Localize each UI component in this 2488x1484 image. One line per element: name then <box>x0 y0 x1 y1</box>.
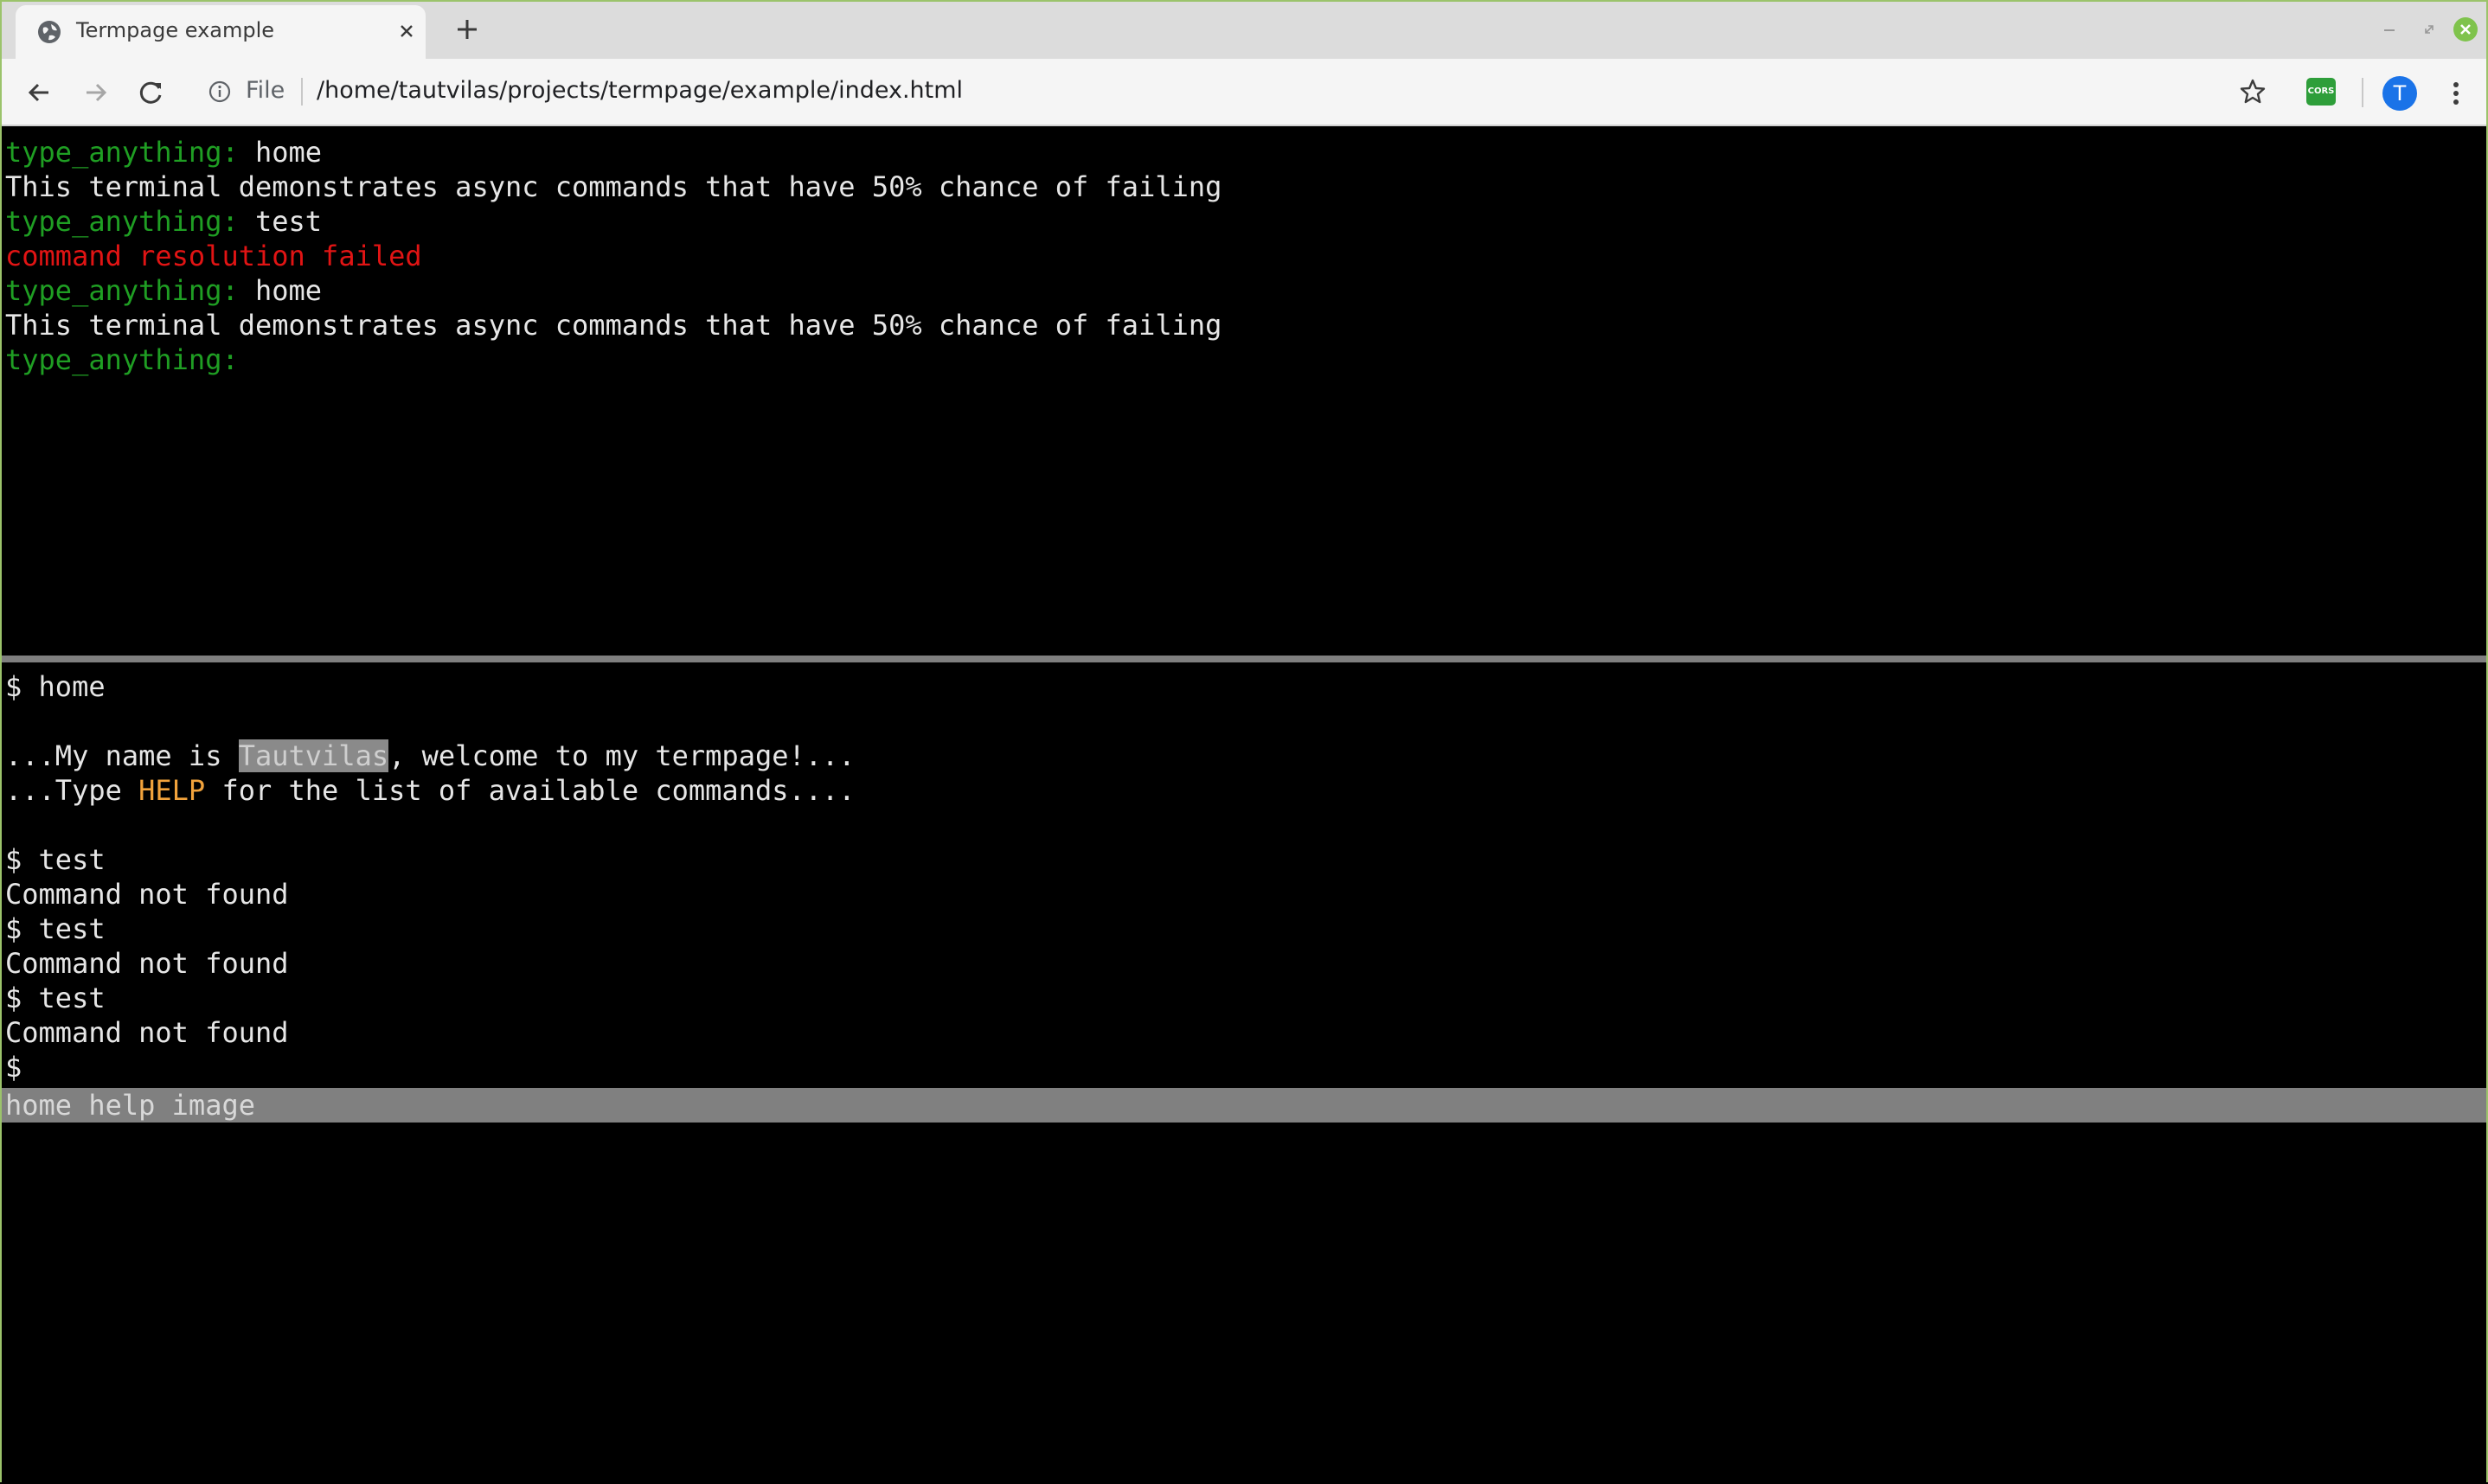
prompt-symbol: $ <box>5 912 22 945</box>
terminal-line: type_anything: home <box>5 273 2486 308</box>
address-separator <box>301 78 303 106</box>
help-prefix: ...Type <box>5 774 139 807</box>
more-menu-icon[interactable] <box>2443 76 2469 111</box>
terminal-line: $ test <box>5 912 2486 946</box>
close-icon[interactable] <box>394 19 419 43</box>
error-output: command resolution failed <box>5 240 422 272</box>
terminal-line: $ home <box>5 669 2486 704</box>
prompt-symbol: $ <box>5 843 22 876</box>
command-input: test <box>22 912 106 945</box>
help-keyword: HELP <box>138 774 206 807</box>
active-prompt-line[interactable]: $ <box>5 1050 2486 1084</box>
browser-toolbar: File /home/tautvilas/projects/termpage/e… <box>2 59 2486 126</box>
welcome-prefix: ...My name is <box>5 739 239 772</box>
toolbar-separator <box>2362 78 2363 107</box>
welcome-suffix: , welcome to my termpage!... <box>388 739 856 772</box>
command-input: test <box>238 205 323 238</box>
window-controls <box>2365 2 2486 59</box>
command-input: home <box>22 670 106 703</box>
prompt-symbol: $ <box>5 1051 22 1084</box>
tab-strip: Termpage example <box>2 2 2486 59</box>
prompt-symbol: $ <box>5 982 22 1014</box>
url-text[interactable]: /home/tautvilas/projects/termpage/exampl… <box>317 77 963 104</box>
command-input: test <box>22 843 106 876</box>
command-input: home <box>238 274 323 307</box>
help-hint-line: ...Type HELP for the list of available c… <box>5 773 2486 808</box>
command-input: test <box>22 982 106 1014</box>
terminal-output: This terminal demonstrates async command… <box>5 170 1222 203</box>
tab-title: Termpage example <box>76 18 275 42</box>
scheme-label: File <box>246 77 285 104</box>
terminal-line: type_anything: test <box>5 204 2486 239</box>
terminal-output: This terminal demonstrates async command… <box>5 309 1222 342</box>
command-input: home <box>238 136 323 169</box>
terminal-line: $ test <box>5 981 2486 1015</box>
cors-extension-icon[interactable]: CORS <box>2306 78 2336 106</box>
close-icon <box>2460 24 2471 35</box>
help-suffix: for the list of available commands.... <box>205 774 856 807</box>
bookmark-star-icon[interactable] <box>2237 76 2268 107</box>
termpage-terminal[interactable]: $ home ...My name is Tautvilas, welcome … <box>5 669 2486 1084</box>
profile-avatar[interactable]: T <box>2382 76 2417 111</box>
welcome-line: ...My name is Tautvilas, welcome to my t… <box>5 739 2486 773</box>
page-content: type_anything: home This terminal demons… <box>2 128 2486 1484</box>
minimize-icon[interactable] <box>2379 19 2400 40</box>
forward-arrow-icon[interactable] <box>80 76 112 109</box>
prompt-label: type_anything: <box>5 274 239 307</box>
address-bar[interactable]: File /home/tautvilas/projects/termpage/e… <box>190 66 2305 118</box>
new-tab-icon[interactable] <box>453 16 481 43</box>
terminal-divider <box>2 656 2486 662</box>
terminal-output: Command not found <box>5 1016 289 1049</box>
async-terminal[interactable]: type_anything: home This terminal demons… <box>5 135 2486 657</box>
info-icon[interactable] <box>208 80 232 104</box>
window-close-button[interactable] <box>2453 17 2478 42</box>
terminal-line: type_anything: home <box>5 135 2486 170</box>
prompt-label: type_anything: <box>5 205 239 238</box>
terminal-output: Command not found <box>5 878 289 911</box>
terminal-line: $ test <box>5 842 2486 877</box>
tab-termpage-example[interactable]: Termpage example <box>16 5 426 59</box>
highlighted-name: Tautvilas <box>238 739 389 772</box>
terminal-output: Command not found <box>5 947 289 980</box>
restore-icon[interactable] <box>2419 19 2440 40</box>
globe-icon <box>38 21 61 43</box>
prompt-label: type_anything: <box>5 136 239 169</box>
browser-window: Termpage example File /home/tautvilas/pr… <box>0 0 2488 1484</box>
command-suggestions-bar[interactable]: home help image <box>2 1088 2486 1123</box>
back-arrow-icon[interactable] <box>22 76 55 109</box>
reload-icon[interactable] <box>135 76 168 109</box>
active-prompt-line[interactable]: type_anything: <box>5 342 2486 377</box>
prompt-symbol: $ <box>5 670 22 703</box>
prompt-label: type_anything: <box>5 343 239 376</box>
